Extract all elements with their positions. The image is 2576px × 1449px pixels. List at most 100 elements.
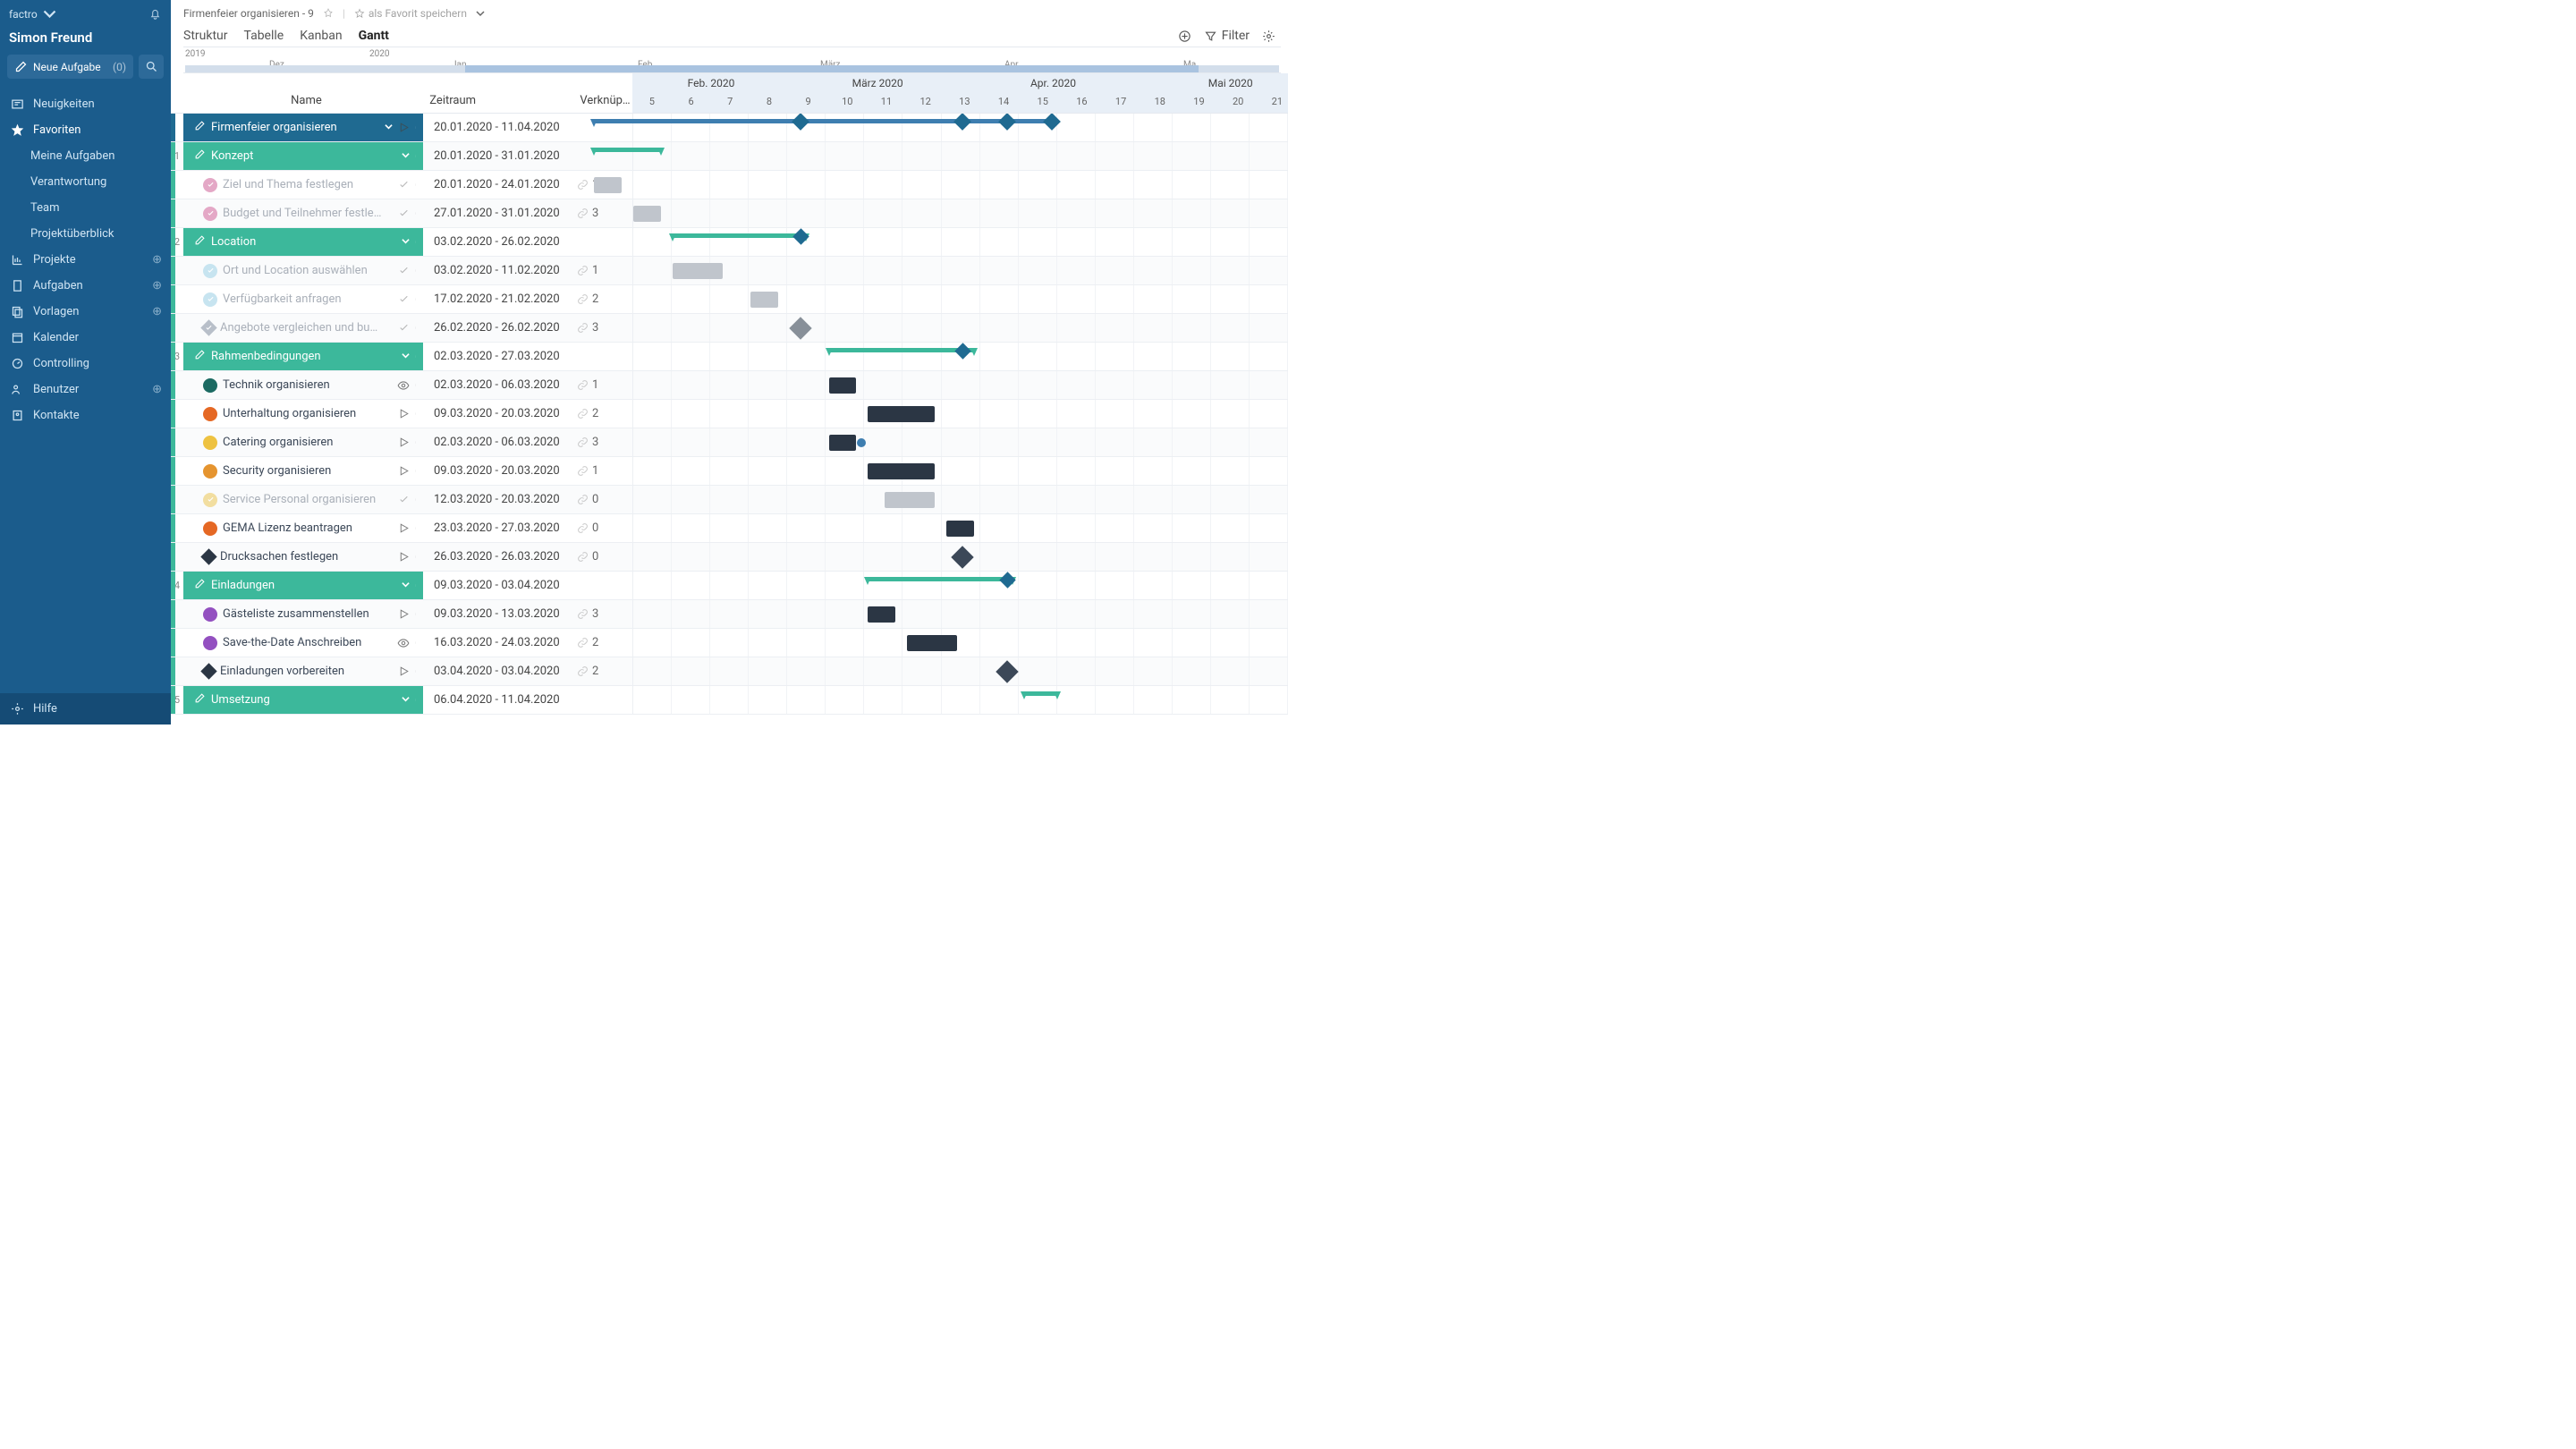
gantt-row[interactable]: Ziel und Thema festlegen20.01.2020 - 24.… [171,171,1288,199]
gantt-row[interactable]: Firmenfeier organisieren20.01.2020 - 11.… [171,114,1288,142]
gantt-cell[interactable] [632,572,1288,599]
nav-team[interactable]: Team [0,195,171,221]
row-actions[interactable] [398,436,423,449]
gantt-row[interactable]: Angebote vergleichen und bu…26.02.2020 -… [171,314,1288,343]
task-name-cell[interactable]: Budget und Teilnehmer festle… [183,199,423,227]
gantt-bar[interactable] [868,463,935,479]
task-name-cell[interactable]: Catering organisieren [183,428,423,456]
task-name-cell[interactable]: Einladungen [183,572,423,599]
gantt-cell[interactable] [632,114,1288,141]
gantt-cell[interactable] [632,629,1288,657]
gantt-cell[interactable] [632,600,1288,628]
gantt-row[interactable]: Unterhaltung organisieren09.03.2020 - 20… [171,400,1288,428]
task-name-cell[interactable]: Ziel und Thema festlegen [183,171,423,199]
task-name-cell[interactable]: Save-the-Date Anschreiben [183,629,423,657]
row-actions[interactable] [398,265,423,277]
tab-tabelle[interactable]: Tabelle [244,25,284,47]
gantt-bar[interactable] [594,119,1052,128]
task-name-cell[interactable]: Service Personal organisieren [183,486,423,513]
gantt-row[interactable]: Gästeliste zusammenstellen09.03.2020 - 1… [171,600,1288,629]
breadcrumb-title[interactable]: Firmenfeier organisieren - 9 [183,7,314,20]
gantt-cell[interactable] [632,657,1288,685]
gantt-cell[interactable] [632,199,1288,227]
task-name-cell[interactable]: GEMA Lizenz beantragen [183,514,423,542]
bell-icon[interactable] [148,7,162,21]
gantt-row[interactable]: GEMA Lizenz beantragen23.03.2020 - 27.03… [171,514,1288,543]
col-verknuepfung[interactable]: Verknüpfungen [580,94,632,107]
gantt-row[interactable]: Budget und Teilnehmer festle…27.01.2020 … [171,199,1288,228]
row-actions[interactable] [398,408,423,420]
gantt-cell[interactable] [632,486,1288,513]
row-actions[interactable] [415,236,423,249]
edit-icon[interactable] [194,349,206,364]
task-name-cell[interactable]: Konzept [183,142,423,170]
task-name-cell[interactable]: Angebote vergleichen und bu… [183,314,423,342]
gantt-cell[interactable] [632,142,1288,170]
brand-menu[interactable]: factro [9,7,56,21]
gantt-cell[interactable] [632,257,1288,284]
gantt-row[interactable]: Save-the-Date Anschreiben16.03.2020 - 24… [171,629,1288,657]
row-actions[interactable] [398,322,423,335]
nav-favoriten[interactable]: Favoriten [0,117,171,143]
nav-meine-aufgaben[interactable]: Meine Aufgaben [0,143,171,169]
gantt-bar[interactable] [868,606,895,623]
chevron-down-icon[interactable] [402,235,410,249]
row-actions[interactable] [398,122,423,134]
gantt-cell[interactable] [632,400,1288,428]
col-zeitraum[interactable]: Zeitraum [429,94,580,107]
nav-kontakte[interactable]: Kontakte [0,402,171,428]
task-name-cell[interactable]: Unterhaltung organisieren [183,400,423,428]
col-name[interactable]: Name [183,94,430,107]
task-name-cell[interactable]: Location [183,228,423,256]
plus-icon[interactable]: ⊕ [152,253,162,267]
edit-icon[interactable] [194,148,206,164]
gantt-row[interactable]: 3Rahmenbedingungen02.03.2020 - 27.03.202… [171,343,1288,371]
gantt-row[interactable]: 1Konzept20.01.2020 - 31.01.2020 [171,142,1288,171]
gantt-row[interactable]: Service Personal organisieren12.03.2020 … [171,486,1288,514]
gantt-bar[interactable] [673,263,723,279]
row-actions[interactable] [415,150,423,163]
chevron-down-icon[interactable] [402,350,410,363]
plus-icon[interactable]: ⊕ [152,383,162,396]
row-actions[interactable] [398,208,423,220]
gantt-bar[interactable] [829,348,974,357]
gantt-cell[interactable] [632,514,1288,542]
gear-icon[interactable] [1262,30,1275,43]
row-actions[interactable] [415,694,423,707]
nav-projekte[interactable]: Projekte⊕ [0,247,171,273]
nav-projektueberblick[interactable]: Projektüberblick [0,221,171,247]
gantt-bar[interactable] [885,492,935,508]
user-name[interactable]: Simon Freund [0,28,171,55]
gantt-bar[interactable] [868,406,935,422]
task-name-cell[interactable]: Umsetzung [183,686,423,714]
gantt-bar[interactable] [868,577,1013,586]
row-actions[interactable] [397,379,423,392]
edit-icon[interactable] [194,692,206,708]
task-name-cell[interactable]: Firmenfeier organisieren [183,114,423,141]
task-name-cell[interactable]: Verfügbarkeit anfragen [183,285,423,313]
save-favorite[interactable]: als Favorit speichern [354,7,467,20]
task-name-cell[interactable]: Drucksachen festlegen [183,543,423,571]
nav-vorlagen[interactable]: Vorlagen⊕ [0,299,171,325]
row-actions[interactable] [397,637,423,649]
row-actions[interactable] [398,494,423,506]
gantt-bar[interactable] [907,635,957,651]
add-circle-icon[interactable] [1178,30,1191,43]
gantt-cell[interactable] [632,228,1288,256]
nav-controlling[interactable]: Controlling [0,351,171,377]
gantt-bar[interactable] [633,206,661,222]
gantt-cell[interactable] [632,285,1288,313]
chevron-down-icon[interactable] [402,693,410,707]
gantt-bar[interactable] [1024,691,1057,700]
gantt-bar[interactable] [594,148,661,157]
row-actions[interactable] [398,551,423,564]
gantt-cell[interactable] [632,686,1288,714]
gantt-row[interactable]: Ort und Location auswählen03.02.2020 - 1… [171,257,1288,285]
chevron-down-icon[interactable] [402,149,410,163]
row-actions[interactable] [398,179,423,191]
gantt-bar[interactable] [673,233,807,242]
tab-kanban[interactable]: Kanban [300,25,342,47]
gantt-cell[interactable] [632,428,1288,456]
task-name-cell[interactable]: Security organisieren [183,457,423,485]
row-actions[interactable] [398,293,423,306]
